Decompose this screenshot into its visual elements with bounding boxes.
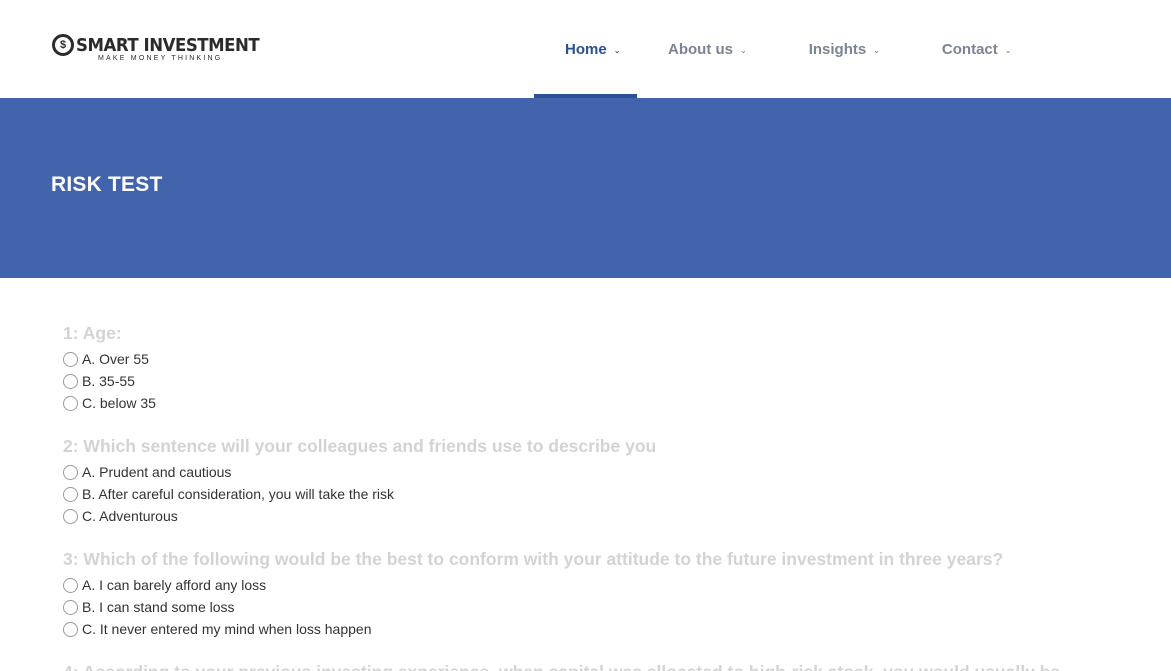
- answer-label: A. Prudent and cautious: [82, 464, 232, 480]
- risk-quiz: 1: Age: A. Over 55 B. 35-55 C. below 35 …: [63, 318, 1063, 671]
- question-title: 3: Which of the following would be the b…: [63, 549, 1004, 569]
- answer-label: C. It never entered my mind when loss ha…: [82, 621, 372, 637]
- answer-label: A. I can barely afford any loss: [82, 577, 267, 593]
- question-block: 2: Which sentence will your colleagues a…: [63, 431, 1063, 527]
- chevron-down-icon: ⌄: [613, 45, 621, 55]
- radio-button[interactable]: [63, 508, 78, 524]
- brand-logo[interactable]: $ SMART INVESTMENT MAKE MONEY THINKING: [52, 34, 275, 62]
- radio-button[interactable]: [63, 351, 78, 367]
- radio-button[interactable]: [63, 621, 78, 637]
- question-block: 1: Age: A. Over 55 B. 35-55 C. below 35: [63, 318, 1063, 414]
- dollar-coin-icon: $: [52, 34, 74, 56]
- page-banner: RISK TEST: [0, 98, 1171, 278]
- nav-item-label: Contact: [941, 40, 998, 58]
- nav-item-insights[interactable]: Insights ⌄: [778, 0, 911, 98]
- answer-label: A. Over 55: [82, 351, 149, 367]
- nav-item-about-us[interactable]: About us ⌄: [637, 0, 778, 98]
- answer-label: C. Adventurous: [82, 508, 178, 524]
- nav-item-contact[interactable]: Contact ⌄: [911, 0, 1043, 98]
- answer-label: B. After careful consideration, you will…: [82, 486, 395, 502]
- radio-button[interactable]: [63, 395, 78, 411]
- nav-item-home[interactable]: Home ⌄: [534, 0, 637, 98]
- page-title: RISK TEST: [51, 173, 163, 196]
- answer-option[interactable]: C. below 35: [63, 392, 1063, 414]
- question-block: 3: Which of the following would be the b…: [63, 544, 1063, 640]
- answer-option[interactable]: C. Adventurous: [63, 505, 1063, 527]
- question-title: 2: Which sentence will your colleagues a…: [63, 436, 657, 456]
- radio-button[interactable]: [63, 599, 78, 615]
- brand-tagline: MAKE MONEY THINKING: [98, 55, 223, 62]
- radio-button[interactable]: [63, 577, 78, 593]
- nav-item-label: Insights: [808, 40, 867, 58]
- answer-option[interactable]: A. Over 55: [63, 348, 1063, 370]
- chevron-down-icon: ⌄: [873, 45, 880, 55]
- answer-label: C. below 35: [82, 395, 156, 411]
- radio-button[interactable]: [63, 464, 78, 480]
- answer-option[interactable]: C. It never entered my mind when loss ha…: [63, 618, 1063, 640]
- question-title: 4: According to your previous investing …: [63, 657, 1063, 671]
- nav-item-label: Home: [565, 40, 607, 58]
- chevron-down-icon: ⌄: [740, 45, 747, 55]
- brand-name: SMART INVESTMENT: [76, 34, 260, 56]
- site-header: $ SMART INVESTMENT MAKE MONEY THINKING H…: [0, 0, 1171, 98]
- question-title: 1: Age:: [63, 323, 122, 343]
- answer-option[interactable]: B. I can stand some loss: [63, 596, 1063, 618]
- answer-option[interactable]: A. I can barely afford any loss: [63, 574, 1063, 596]
- question-block: 4: According to your previous investing …: [63, 657, 1063, 671]
- chevron-down-icon: ⌄: [1004, 45, 1012, 55]
- nav-item-label: About us: [668, 40, 733, 58]
- answer-label: B. I can stand some loss: [82, 599, 235, 615]
- main-nav: Home ⌄ About us ⌄ Insights ⌄ Contact ⌄: [534, 0, 1042, 98]
- answer-option[interactable]: A. Prudent and cautious: [63, 461, 1063, 483]
- radio-button[interactable]: [63, 373, 78, 389]
- answer-option[interactable]: B. After careful consideration, you will…: [63, 483, 1063, 505]
- radio-button[interactable]: [63, 486, 78, 502]
- answer-label: B. 35-55: [82, 373, 135, 389]
- answer-option[interactable]: B. 35-55: [63, 370, 1063, 392]
